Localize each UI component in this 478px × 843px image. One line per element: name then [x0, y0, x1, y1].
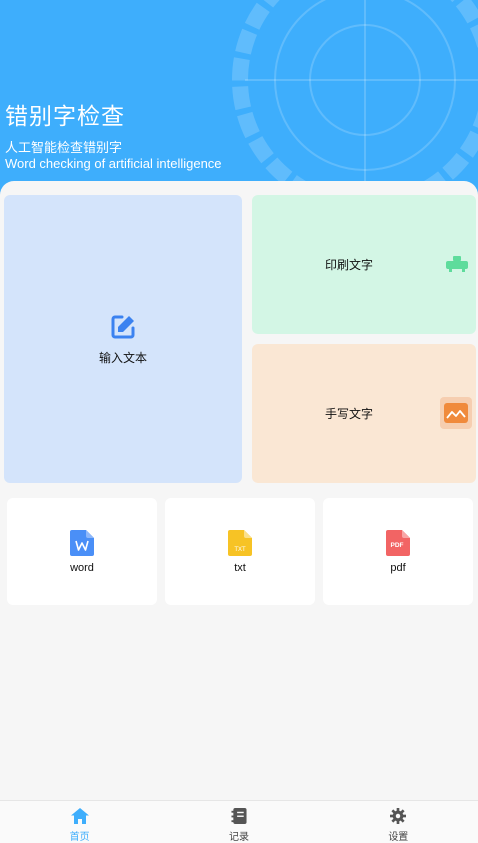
input-text-label: 输入文本: [98, 350, 147, 365]
tab-records-label: 记录: [228, 832, 249, 843]
input-text-card[interactable]: 输入文本: [4, 195, 242, 483]
svg-text:PDF: PDF: [391, 542, 404, 549]
word-file-card[interactable]: word: [7, 498, 157, 605]
handwriting-text-label: 手写文字: [324, 407, 373, 421]
page-title: 错别字检查: [5, 104, 125, 130]
image-icon-container: [440, 397, 472, 429]
handwriting-text-card[interactable]: 手写文字: [252, 344, 476, 483]
print-text-card[interactable]: 印刷文字: [252, 195, 476, 334]
txt-file-icon: TXT: [228, 529, 252, 556]
word-file-label: word: [70, 561, 94, 574]
pdf-file-card[interactable]: PDF pdf: [323, 498, 473, 605]
gear-icon: [390, 808, 407, 824]
edit-icon: [111, 315, 135, 338]
notebook-icon: [231, 808, 247, 824]
bottom-tab-bar: 首页 记录 设置: [0, 800, 478, 843]
tab-settings-label: 设置: [388, 832, 409, 843]
pdf-file-icon: PDF: [386, 529, 410, 556]
txt-file-label: txt: [234, 561, 246, 574]
home-icon: [70, 808, 89, 824]
svg-text:TXT: TXT: [234, 547, 246, 553]
image-icon: [444, 403, 468, 423]
tab-records[interactable]: 记录: [159, 801, 318, 843]
txt-file-card[interactable]: TXT txt: [165, 498, 315, 605]
crosshair-decoration-icon: [232, 0, 478, 200]
word-file-icon: [70, 529, 94, 556]
subtitle-english: Word checking of artificial intelligence: [5, 156, 222, 171]
tab-settings[interactable]: 设置: [319, 801, 478, 843]
header-banner: 错别字检查 人工智能检查错别字 Word checking of artific…: [0, 0, 478, 200]
subtitle-chinese: 人工智能检查错别字: [5, 141, 123, 156]
pdf-file-label: pdf: [390, 561, 406, 574]
tab-home-label: 首页: [69, 832, 90, 843]
print-text-label: 印刷文字: [324, 258, 373, 272]
printer-icon: [446, 256, 468, 272]
tab-home[interactable]: 首页: [0, 801, 159, 843]
